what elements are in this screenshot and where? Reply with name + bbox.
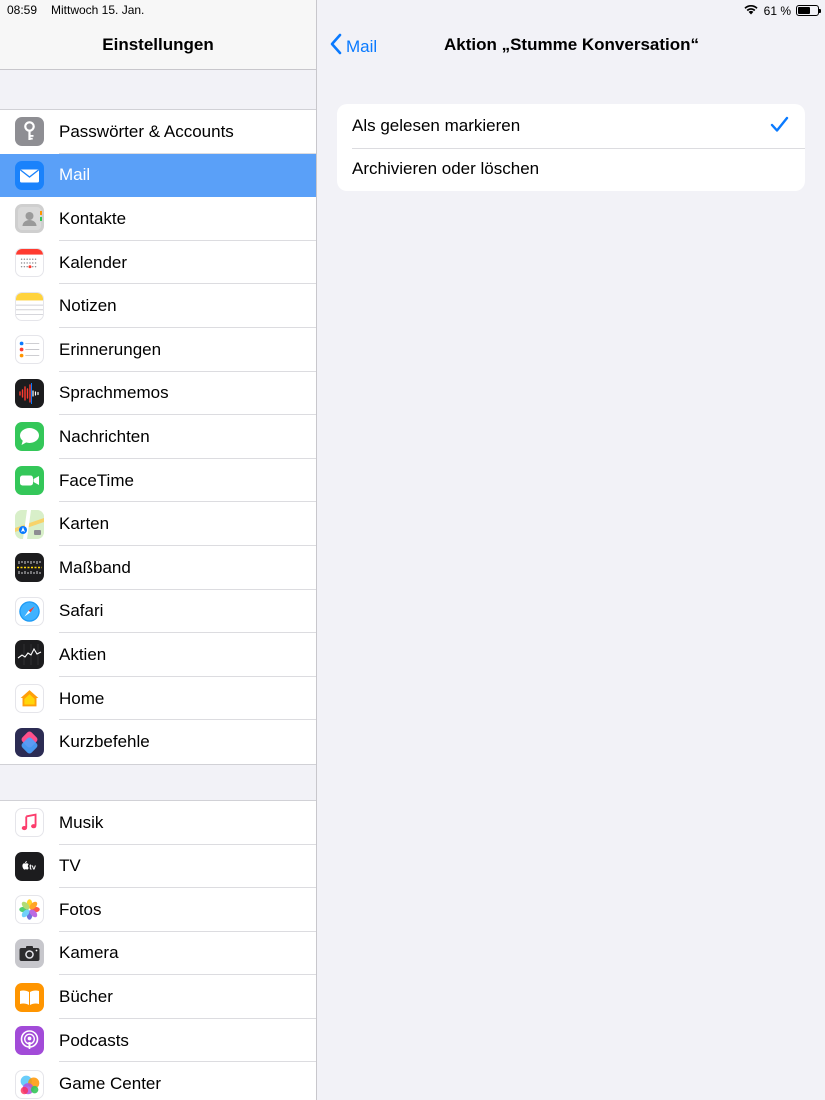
wifi-icon xyxy=(743,3,759,18)
facetime-icon xyxy=(15,466,44,496)
sidebar-item-calendar[interactable]: Kalender xyxy=(0,240,316,285)
sidebar-item-label: Kurzbefehle xyxy=(59,732,150,752)
sidebar-title: Einstellungen xyxy=(102,35,214,54)
settings-group-1: Passwörter & Accounts Mail Kontakte Kale… xyxy=(0,109,316,765)
settings-group-2: Musik tv TV Fotos Kamera Bücher Podcasts… xyxy=(0,799,316,1100)
voice-memos-icon xyxy=(15,378,44,408)
reminders-icon xyxy=(15,335,44,365)
sidebar-item-voice-memos[interactable]: Sprachmemos xyxy=(0,371,316,416)
option-label: Als gelesen markieren xyxy=(352,115,521,135)
safari-icon xyxy=(15,596,44,626)
sidebar-item-messages[interactable]: Nachrichten xyxy=(0,415,316,459)
measure-icon xyxy=(15,553,44,583)
option-mark-as-read[interactable]: Als gelesen markieren xyxy=(337,104,805,148)
mail-icon xyxy=(15,160,44,190)
sidebar-item-label: Musik xyxy=(59,801,316,845)
sidebar-item-photos[interactable]: Fotos xyxy=(0,888,316,932)
sidebar: Einstellungen Passwörter & Accounts Mail… xyxy=(0,0,317,1100)
sidebar-item-label: TV xyxy=(59,845,316,889)
sidebar-item-label: Nachrichten xyxy=(59,415,316,459)
sidebar-item-books[interactable]: Bücher xyxy=(0,975,316,1019)
sidebar-item-label: Aktien xyxy=(59,633,316,677)
option-archive-or-delete[interactable]: Archivieren oder löschen xyxy=(337,147,805,192)
sidebar-item-label: Maßband xyxy=(59,546,316,590)
sidebar-item-passwords[interactable]: Passwörter & Accounts xyxy=(0,110,316,154)
sidebar-item-label: Safari xyxy=(59,590,316,634)
sidebar-item-stocks[interactable]: Aktien xyxy=(0,633,316,677)
sidebar-item-label: Kontakte xyxy=(59,197,316,241)
battery-fill xyxy=(798,7,810,14)
sidebar-item-label: Passwörter & Accounts xyxy=(59,110,316,154)
calendar-icon xyxy=(15,248,44,278)
sidebar-item-reminders[interactable]: Erinnerungen xyxy=(0,327,316,372)
messages-icon xyxy=(15,422,44,452)
sidebar-item-measure[interactable]: Maßband xyxy=(0,545,316,590)
sidebar-item-label: Kalender xyxy=(59,241,316,285)
sidebar-item-podcasts[interactable]: Podcasts xyxy=(0,1018,316,1063)
status-time: 08:59 xyxy=(7,3,38,17)
sidebar-item-label: Podcasts xyxy=(59,1019,316,1063)
sidebar-item-maps[interactable]: Karten xyxy=(0,502,316,546)
sidebar-item-tv[interactable]: tv TV xyxy=(0,844,316,889)
key-icon xyxy=(15,117,44,147)
camera-icon xyxy=(15,938,44,968)
shortcuts-icon xyxy=(15,727,44,757)
sidebar-item-home[interactable]: Home xyxy=(0,676,316,721)
sidebar-item-notes[interactable]: Notizen xyxy=(0,284,316,328)
sidebar-item-label: Mail xyxy=(59,165,91,185)
sidebar-item-label: Fotos xyxy=(59,888,316,932)
sidebar-item-safari[interactable]: Safari xyxy=(0,589,316,634)
sidebar-item-label: Kamera xyxy=(59,932,316,976)
option-label: Archivieren oder löschen xyxy=(352,159,540,179)
sidebar-item-label: Home xyxy=(59,677,316,721)
sidebar-item-label: Erinnerungen xyxy=(59,328,316,372)
stocks-icon xyxy=(15,640,44,670)
sidebar-item-contacts[interactable]: Kontakte xyxy=(0,197,316,241)
sidebar-item-label: Bücher xyxy=(59,975,316,1019)
maps-icon xyxy=(15,509,44,539)
status-date: Mittwoch 15. Jan. xyxy=(51,3,145,17)
sidebar-item-facetime[interactable]: FaceTime xyxy=(0,458,316,503)
sidebar-item-label: FaceTime xyxy=(59,459,316,503)
sidebar-item-label: Notizen xyxy=(59,284,316,328)
sidebar-item-camera[interactable]: Kamera xyxy=(0,931,316,976)
sidebar-item-label: Sprachmemos xyxy=(59,372,316,416)
page-title: Aktion „Stumme Konversation“ xyxy=(443,35,700,54)
options-list: Als gelesen markieren Archivieren oder l… xyxy=(337,104,805,191)
sidebar-item-mail[interactable]: Mail xyxy=(0,153,316,198)
status-bar: 08:59 Mittwoch 15. Jan. 61 % xyxy=(0,0,825,20)
battery-icon xyxy=(796,5,821,16)
sidebar-item-label: Karten xyxy=(59,502,316,546)
contacts-icon xyxy=(15,204,44,234)
photos-icon xyxy=(15,895,44,925)
battery-percentage: 61 % xyxy=(763,3,791,18)
status-right: 61 % xyxy=(743,3,821,18)
sidebar-item-shortcuts[interactable]: Kurzbefehle xyxy=(0,720,316,764)
game-center-icon xyxy=(15,1069,44,1099)
svg-text:tv: tv xyxy=(29,862,36,871)
music-icon xyxy=(15,808,44,838)
checkmark-icon xyxy=(770,116,789,138)
notes-icon xyxy=(15,291,44,321)
detail-pane: Mail Aktion „Stumme Konversation“ Als ge… xyxy=(318,0,825,1100)
sidebar-item-label: Game Center xyxy=(59,1074,162,1094)
sidebar-item-music[interactable]: Musik xyxy=(0,800,316,845)
books-icon xyxy=(15,982,44,1012)
home-icon xyxy=(15,684,44,714)
podcasts-icon xyxy=(15,1026,44,1056)
sidebar-item-game-center[interactable]: Game Center xyxy=(0,1062,316,1100)
tv-icon: tv xyxy=(15,851,44,881)
